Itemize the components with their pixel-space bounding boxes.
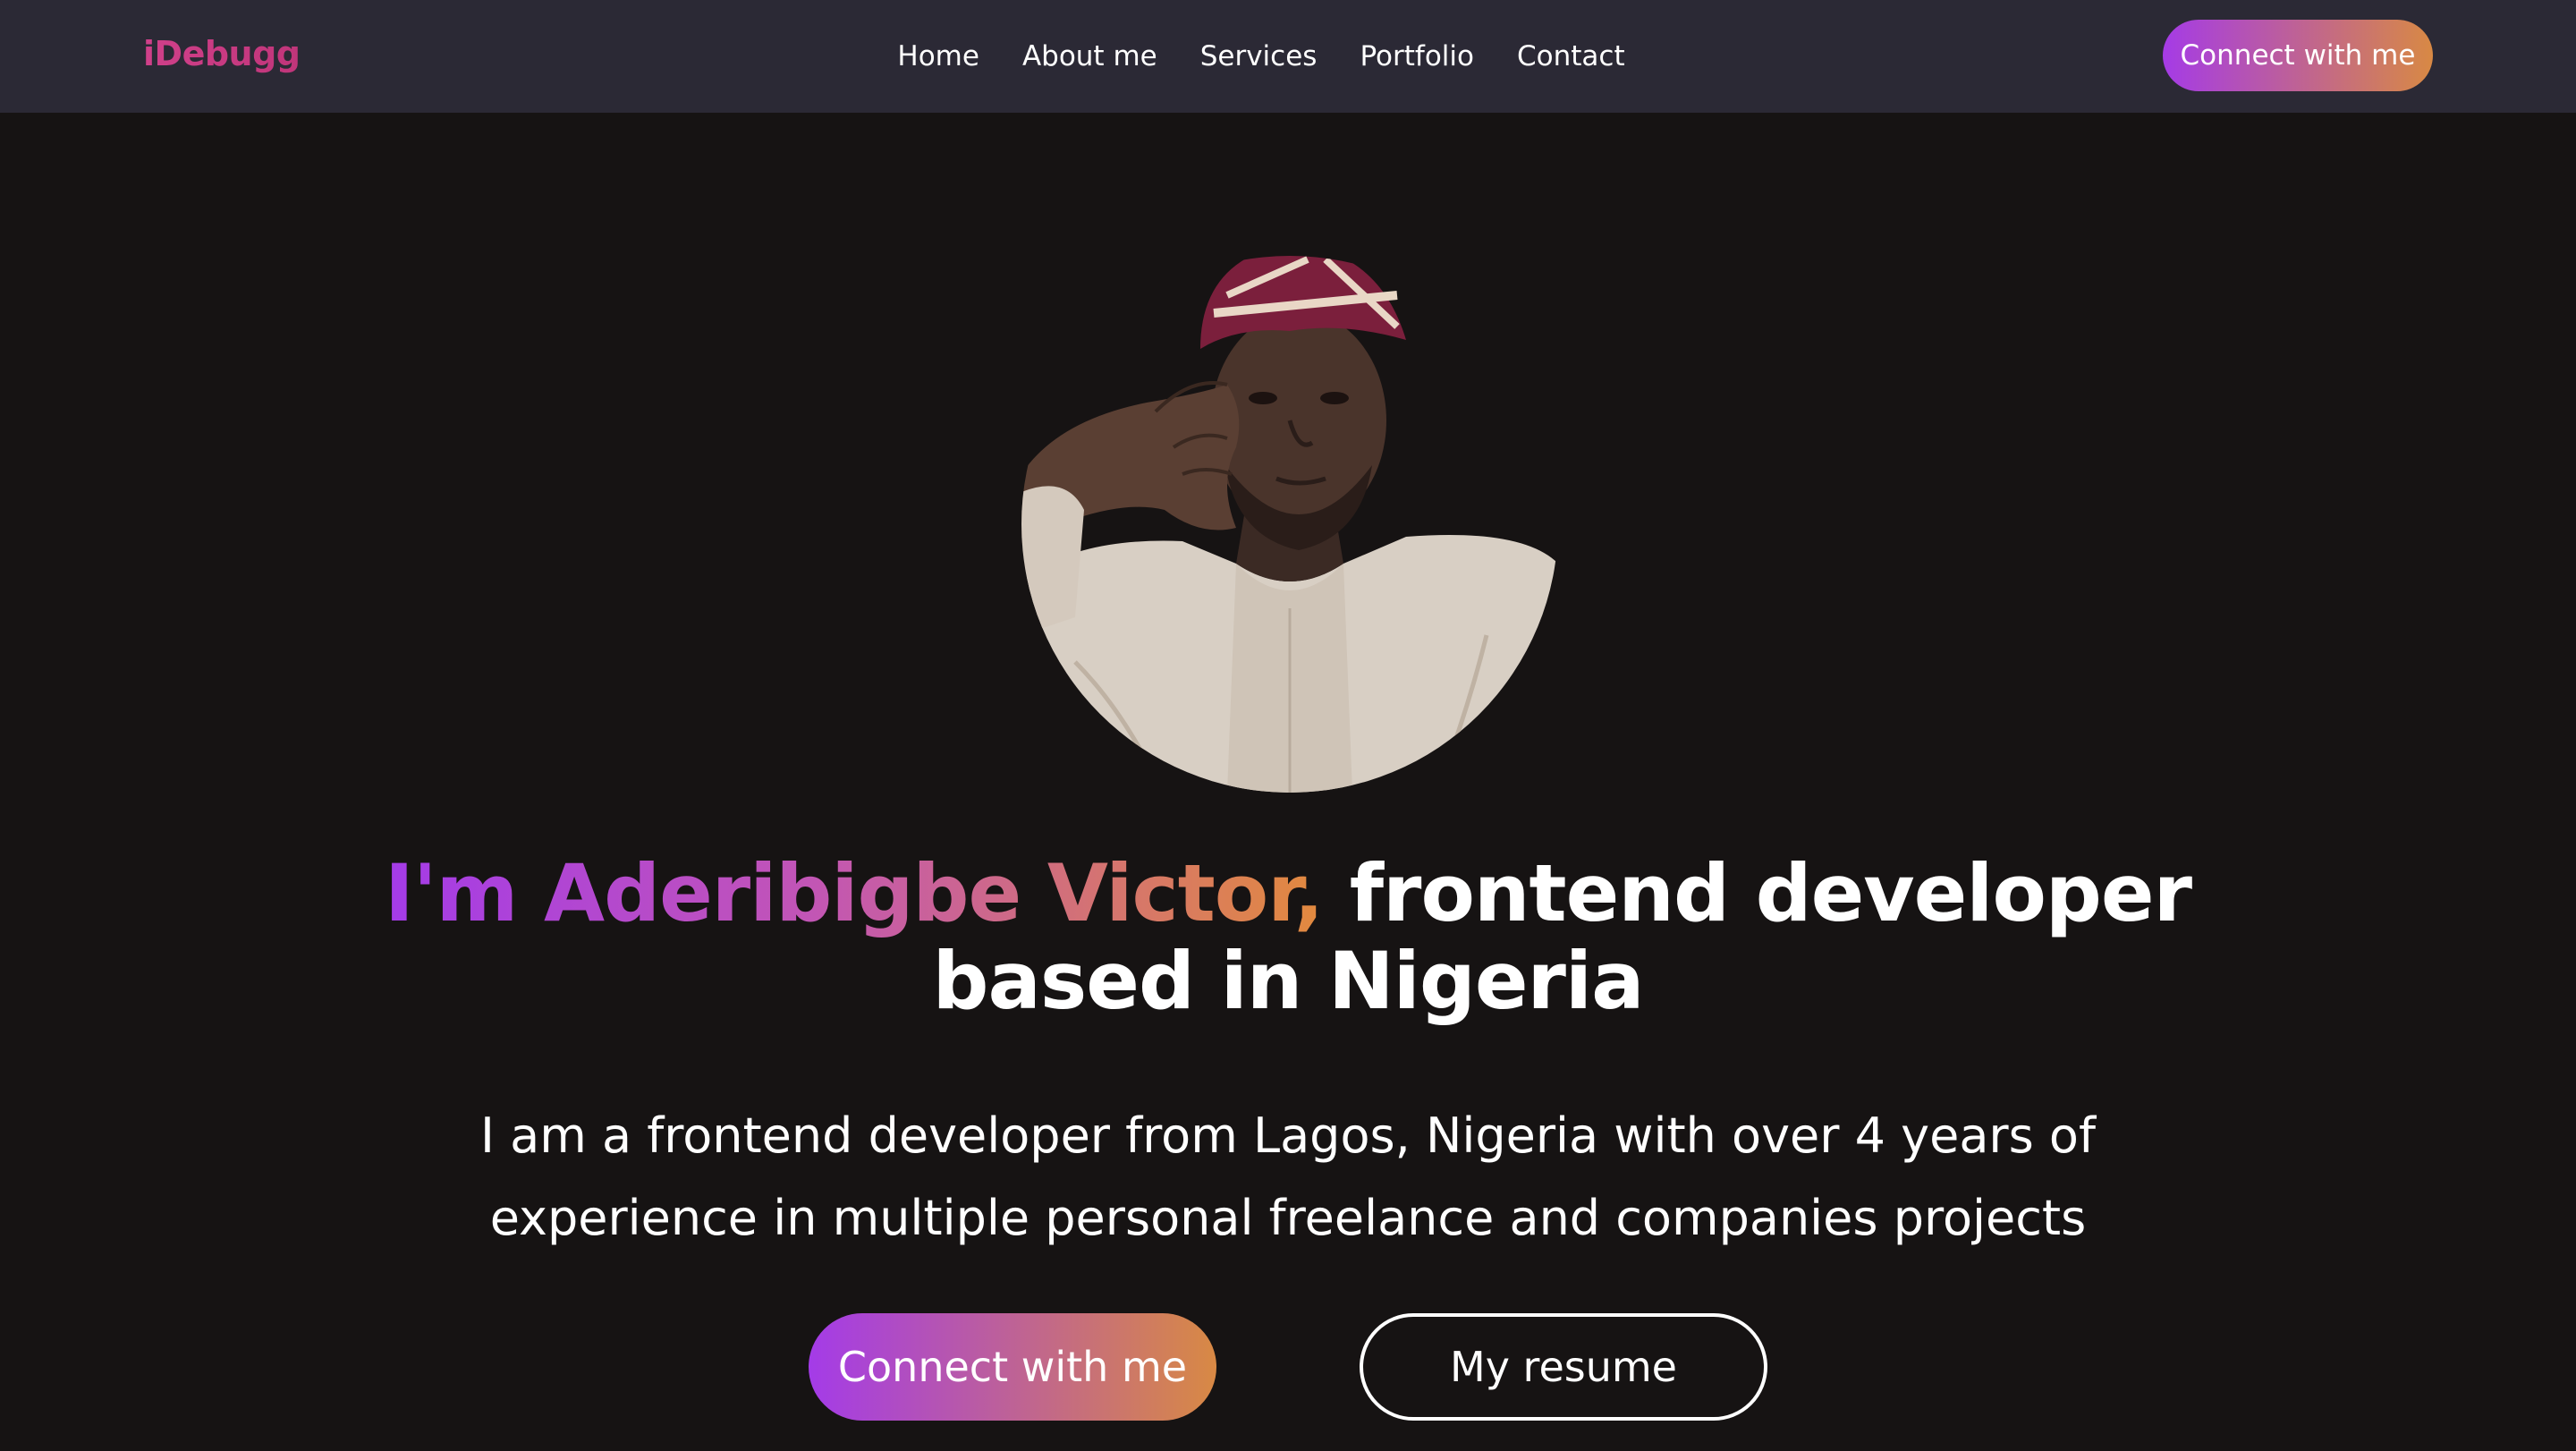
nav-link-portfolio[interactable]: Portfolio: [1360, 40, 1474, 72]
brand-logo[interactable]: iDebugg: [143, 34, 301, 73]
profile-photo: [1021, 256, 1558, 793]
connect-button[interactable]: Connect with me: [809, 1313, 1216, 1421]
nav-link-contact[interactable]: Contact: [1517, 40, 1625, 72]
nav-connect-button[interactable]: Connect with me: [2163, 20, 2433, 91]
nav-menu: Home About me Services Portfolio Contact: [859, 0, 1664, 113]
resume-button[interactable]: My resume: [1360, 1313, 1767, 1421]
nav-link-about[interactable]: About me: [1022, 40, 1157, 72]
navbar: iDebugg Home About me Services Portfolio…: [0, 0, 2576, 113]
hero-title: I'm Aderibigbe Victor, frontend develope…: [304, 850, 2272, 1025]
hero-subtitle: I am a frontend developer from Lagos, Ni…: [480, 1107, 2096, 1246]
hero-title-highlight: I'm Aderibigbe Victor,: [385, 847, 1324, 939]
nav-link-services[interactable]: Services: [1200, 40, 1318, 72]
nav-link-home[interactable]: Home: [897, 40, 979, 72]
